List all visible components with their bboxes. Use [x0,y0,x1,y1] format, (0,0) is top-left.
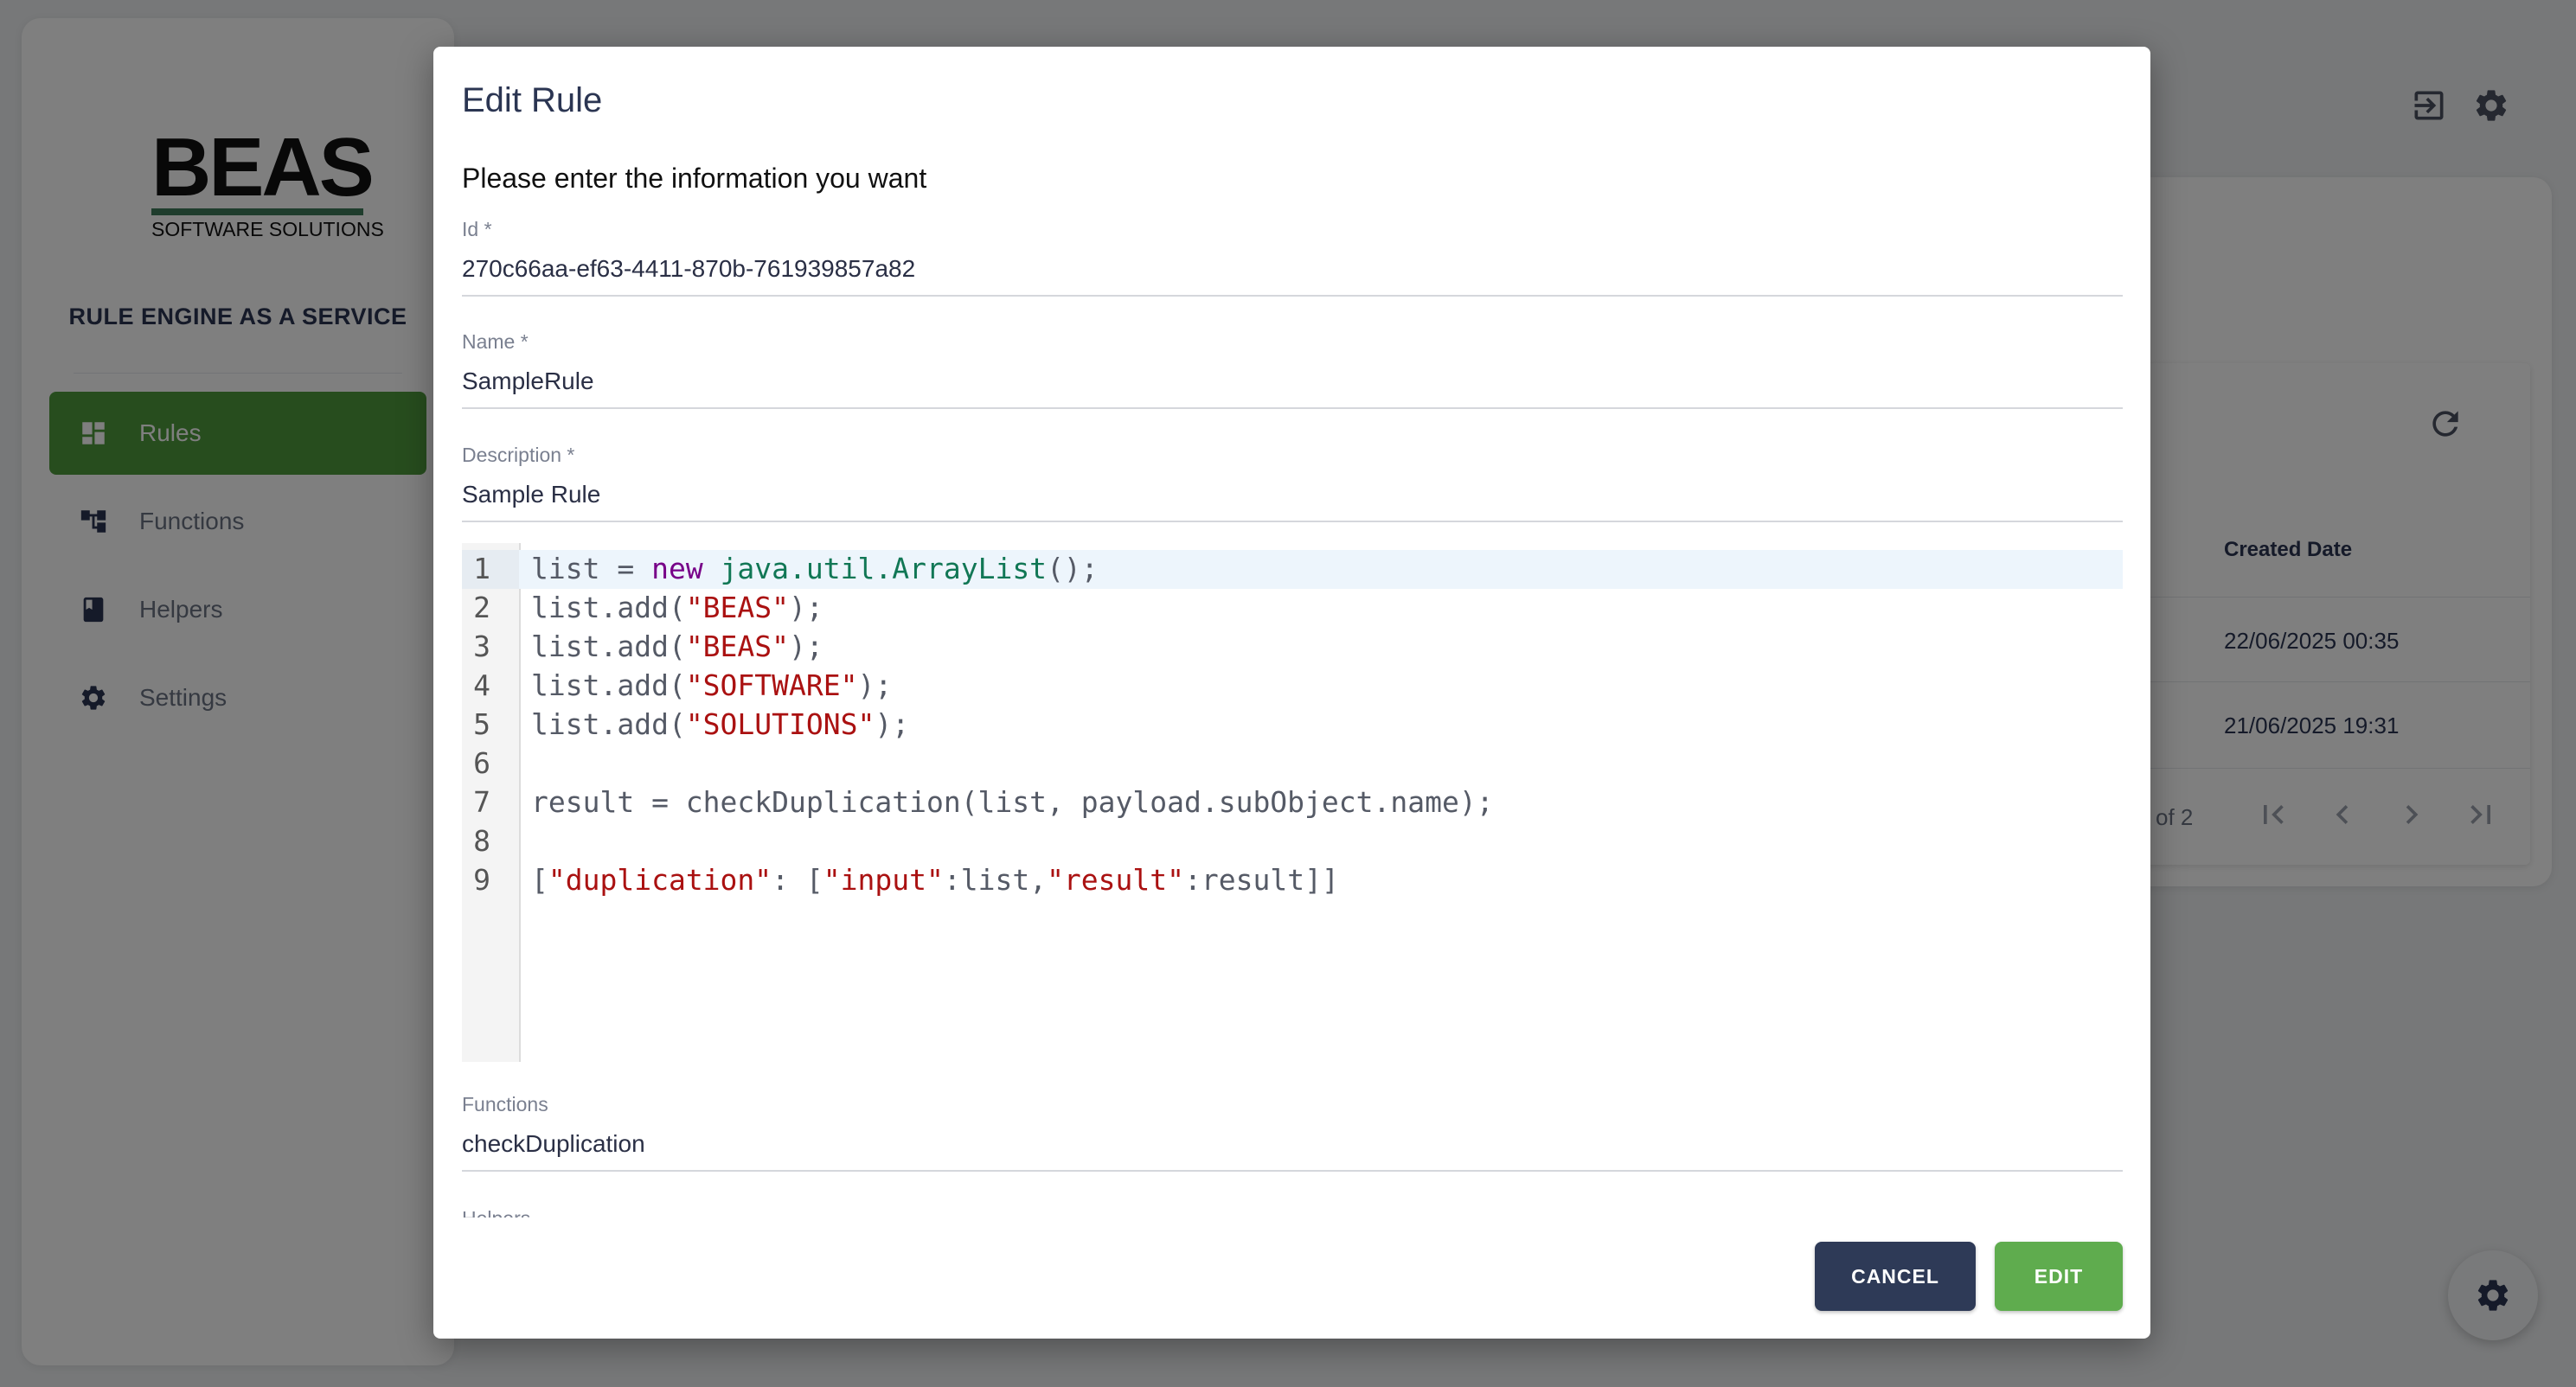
line-number: 6 [473,746,490,780]
helpers-field-label: Helpers [462,1204,530,1218]
name-field-label: Name * [462,330,529,353]
code-line: list = new java.util.ArrayList(); [531,552,1099,585]
dialog-subtitle: Please enter the information you want [462,163,927,194]
edit-button[interactable]: EDIT [1995,1242,2123,1311]
description-field-value[interactable]: Sample Rule [462,481,2123,522]
code-editor[interactable]: 1 2 3 4 5 6 7 8 9 list = new java.util.A… [462,543,2123,1062]
line-number: 8 [473,824,490,858]
code-line: list.add("SOFTWARE"); [531,668,893,702]
functions-field-label: Functions [462,1093,548,1115]
code-line: list.add("SOLUTIONS"); [531,707,910,741]
line-number: 3 [473,630,490,663]
name-field[interactable]: Name * SampleRule [462,330,2123,409]
line-number: 1 [473,552,490,585]
id-field[interactable]: Id * 270c66aa-ef63-4411-870b-761939857a8… [462,218,2123,297]
code-line: list.add("BEAS"); [531,630,823,663]
line-number: 7 [473,785,490,819]
functions-field[interactable]: Functions checkDuplication [462,1093,2123,1172]
functions-field-value[interactable]: checkDuplication [462,1130,2123,1172]
description-field-label: Description * [462,444,575,466]
line-number: 4 [473,668,490,702]
code-line: list.add("BEAS"); [531,591,823,624]
code-line: result = checkDuplication(list, payload.… [531,785,1494,819]
id-field-value[interactable]: 270c66aa-ef63-4411-870b-761939857a82 [462,255,2123,297]
line-number: 2 [473,591,490,624]
cancel-button[interactable]: CANCEL [1815,1242,1976,1311]
dialog-title: Edit Rule [462,81,603,119]
name-field-value[interactable]: SampleRule [462,368,2123,409]
line-number: 9 [473,863,490,897]
line-number: 5 [473,707,490,741]
edit-rule-dialog: Edit Rule Please enter the information y… [433,47,2150,1339]
id-field-label: Id * [462,218,492,240]
description-field[interactable]: Description * Sample Rule [462,444,2123,522]
code-line: ["duplication": ["input":list,"result":r… [531,863,1339,897]
